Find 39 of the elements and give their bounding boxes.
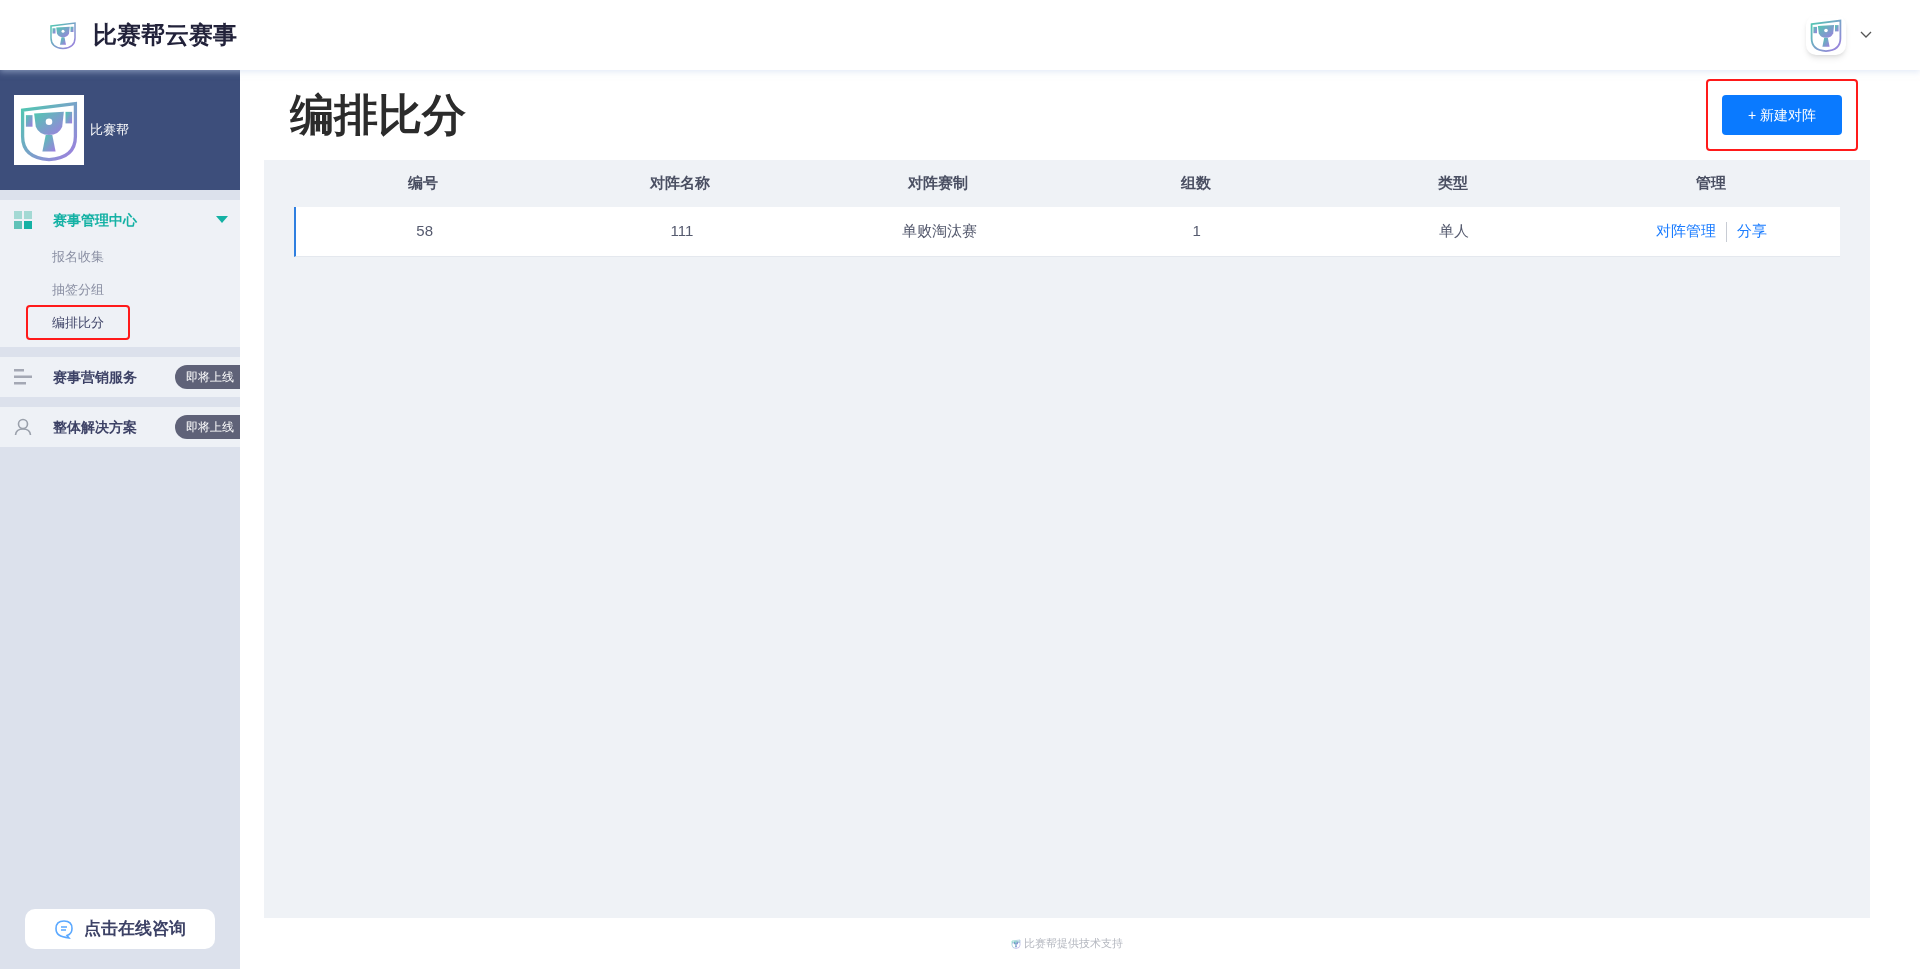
person-icon (14, 418, 32, 436)
table-cell-text: 单人 (1439, 221, 1469, 242)
column-header: 类型 (1438, 173, 1469, 194)
brand-title: 比赛帮云赛事 (93, 20, 237, 50)
caret-icon (216, 216, 228, 224)
account-avatar[interactable] (1806, 15, 1846, 55)
table-cell-text: 58 (416, 221, 433, 242)
chat-bubble-icon (54, 919, 74, 939)
coming-soon-badge: 即将上线 (175, 415, 240, 439)
footer-logo-icon (1011, 938, 1021, 949)
org-name: 比赛帮 (90, 121, 129, 140)
column-header: 对阵名称 (650, 173, 711, 194)
table-action-link[interactable]: 分享 (1736, 220, 1767, 243)
footer-credit: 比赛帮提供技术支持 (1024, 936, 1123, 952)
table-cell-text: 单败淘汰赛 (901, 221, 977, 242)
submenu-item[interactable]: 编排比分 (28, 306, 128, 339)
column-header: 对阵赛制 (908, 173, 969, 194)
menu-group-label: 赛事管理中心 (53, 210, 137, 230)
grid-icon (14, 211, 32, 229)
submenu-item[interactable]: 抽签分组 (28, 273, 128, 306)
submenu-item[interactable]: 报名收集 (28, 240, 128, 273)
consult-button[interactable]: 点击在线咨询 (25, 909, 215, 949)
page-title: 编排比分 (290, 89, 466, 141)
menu-group-label: 赛事营销服务 (53, 367, 137, 387)
column-header: 管理 (1696, 173, 1727, 194)
menu-group[interactable]: 整体解决方案 即将上线 (0, 407, 240, 447)
column-header: 编号 (407, 173, 438, 194)
new-match-button[interactable]: + 新建对阵 (1722, 95, 1842, 135)
bars-icon (14, 368, 32, 386)
menu-group[interactable]: 赛事营销服务 即将上线 (0, 357, 240, 397)
table-action-link[interactable]: 对阵管理 (1655, 220, 1716, 243)
menu-group[interactable]: 赛事管理中心 (0, 200, 240, 240)
chevron-down-icon[interactable] (1860, 31, 1872, 39)
menu-group-label: 整体解决方案 (53, 417, 137, 437)
column-header: 组数 (1180, 173, 1211, 194)
coming-soon-badge: 即将上线 (175, 365, 240, 389)
table-cell-text: 111 (670, 221, 694, 242)
trophy-avatar-icon (1808, 17, 1844, 53)
table-cell-text: 1 (1192, 221, 1201, 242)
